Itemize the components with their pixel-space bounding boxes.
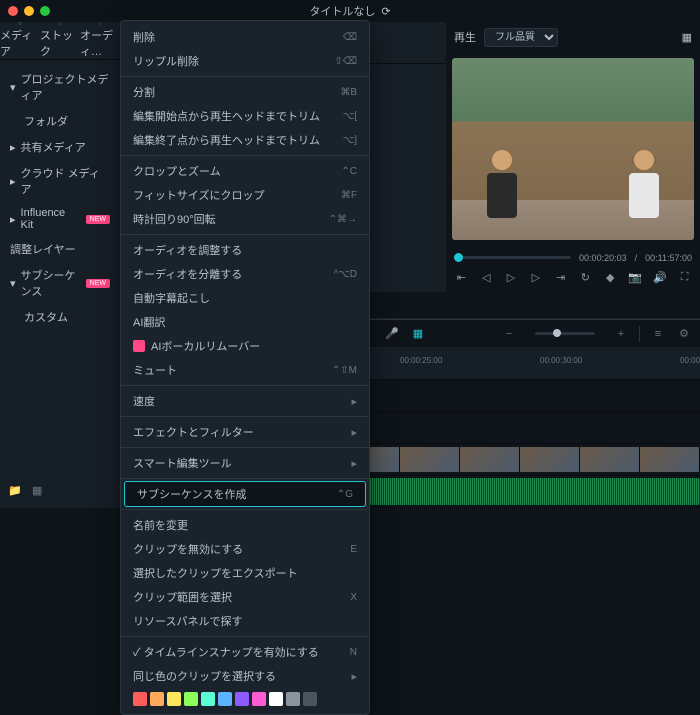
sync-icon: ⟳ [381,5,390,18]
ctx-trim-end[interactable]: 編集終了点から再生ヘッドまでトリム⌥] [121,128,369,152]
ctx-disable-clip[interactable]: クリップを無効にするE [121,537,369,561]
ctx-select-range[interactable]: クリップ範囲を選択X [121,585,369,609]
goto-start-icon[interactable]: ⇤ [454,270,469,286]
tree-folder[interactable]: フォルダ [0,108,120,134]
minimize-window[interactable] [24,6,34,16]
ai-icon [133,340,145,352]
tab-audio[interactable]: オーディ… [80,22,120,59]
zoom-slider[interactable] [535,332,595,335]
ctx-trim-start[interactable]: 編集開始点から再生ヘッドまでトリム⌥[ [121,104,369,128]
color-swatch[interactable] [303,692,317,706]
ctx-snap-enable[interactable]: ✓ タイムラインスナップを有効にするN [121,640,369,664]
tree-adjust-layer[interactable]: 調整レイヤー [0,236,120,262]
ctx-crop-zoom[interactable]: クロップとズーム⌃C [121,159,369,183]
ctx-ai-vocal[interactable]: AIボーカルリムーバー [121,334,369,358]
ctx-audio-adjust[interactable]: オーディオを調整する [121,238,369,262]
fullscreen-icon[interactable]: ⛶ [677,270,692,286]
tab-stock[interactable]: ストック [40,22,80,59]
tree-custom[interactable]: カスタム [0,304,120,330]
timecode-total: 00:11:57:00 [645,253,692,263]
color-swatch[interactable] [167,692,181,706]
marker-icon[interactable]: ◆ [603,270,618,286]
color-swatch[interactable] [184,692,198,706]
ctx-split[interactable]: 分割⌘B [121,80,369,104]
camera-icon[interactable]: 📷 [628,270,643,286]
snapshot-icon[interactable]: ▦ [682,31,692,44]
ctx-select-same-color[interactable]: 同じ色のクリップを選択する▸ [121,664,369,688]
ctx-create-subsequence[interactable]: サブシーケンスを作成⌃G [125,482,365,506]
color-swatch[interactable] [218,692,232,706]
close-window[interactable] [8,6,18,16]
media-panel: メディア ストック オーディ… ▾プロジェクトメディア フォルダ ▸共有メディア… [0,22,120,508]
tree-influence-kit[interactable]: ▸Influence KitNEW [0,202,120,236]
ctx-find-in-panel[interactable]: リソースパネルで探す [121,609,369,633]
ctx-smart-edit[interactable]: スマート編集ツール▸ [121,451,369,475]
tree-subsequence[interactable]: ▾サブシーケンスNEW [0,262,120,304]
new-bin-icon[interactable]: ▦ [32,484,48,500]
scrub-bar[interactable] [454,256,571,259]
zoom-in-icon[interactable]: + [613,326,629,342]
new-folder-icon[interactable]: 📁 [8,484,24,500]
mic-icon[interactable]: 🎤 [384,326,400,342]
settings-icon[interactable]: ≡ [650,326,666,342]
ctx-mute[interactable]: ミュート⌃⇧M [121,358,369,382]
volume-icon[interactable]: 🔊 [652,270,667,286]
sliders-icon[interactable]: ⚙ [676,326,692,342]
play-label: 再生 [454,29,476,45]
prev-frame-icon[interactable]: ◁ [479,270,494,286]
ctx-audio-detach[interactable]: オーディオを分離する^⌥D [121,262,369,286]
color-swatch[interactable] [235,692,249,706]
color-swatch[interactable] [252,692,266,706]
ctx-rename[interactable]: 名前を変更 [121,513,369,537]
titlebar: タイトルなし ⟳ [0,0,700,22]
ctx-speed[interactable]: 速度▸ [121,389,369,413]
window-title: タイトルなし [309,3,375,19]
viewer-image[interactable] [452,58,694,240]
ctx-ripple-delete[interactable]: リップル削除⇧⌫ [121,49,369,73]
color-swatch[interactable] [269,692,283,706]
ctx-fit-crop[interactable]: フィットサイズにクロップ⌘F [121,183,369,207]
ctx-ai-translate[interactable]: AI翻訳 [121,310,369,334]
ctx-export-selected[interactable]: 選択したクリップをエクスポート [121,561,369,585]
goto-end-icon[interactable]: ⇥ [553,270,568,286]
tab-media[interactable]: メディア [0,22,40,59]
zoom-out-icon[interactable]: − [501,326,517,342]
next-frame-icon[interactable]: ▷ [528,270,543,286]
tree-cloud-media[interactable]: ▸クラウド メディア [0,160,120,202]
loop-icon[interactable]: ↻ [578,270,593,286]
color-swatches [121,688,369,710]
ctx-effects[interactable]: エフェクトとフィルター▸ [121,420,369,444]
tree-project-media[interactable]: ▾プロジェクトメディア [0,66,120,108]
ctx-delete[interactable]: 削除⌫ [121,25,369,49]
viewer-panel: 再生 フル品質 ▦ 00:00:20:03 / [446,22,700,292]
tree-shared-media[interactable]: ▸共有メディア [0,134,120,160]
quality-select[interactable]: フル品質 [484,28,558,47]
maximize-window[interactable] [40,6,50,16]
color-swatch[interactable] [133,692,147,706]
color-swatch[interactable] [150,692,164,706]
context-menu: 削除⌫ リップル削除⇧⌫ 分割⌘B 編集開始点から再生ヘッドまでトリム⌥[ 編集… [120,20,370,715]
color-swatch[interactable] [201,692,215,706]
ctx-auto-caption[interactable]: 自動字幕起こし [121,286,369,310]
grid-icon[interactable]: ▦ [410,326,426,342]
timecode-current: 00:00:20:03 [579,253,627,263]
play-icon[interactable]: ▷ [504,270,519,286]
color-swatch[interactable] [286,692,300,706]
ctx-rotate[interactable]: 時計回り90°回転⌃⌘→ [121,207,369,231]
